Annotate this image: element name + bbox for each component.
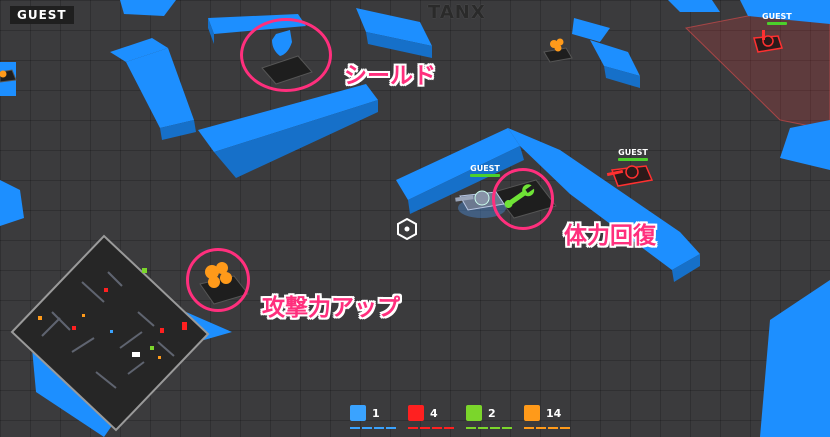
shield-highlight-ring xyxy=(240,18,332,92)
tank-name: GUEST xyxy=(762,12,792,21)
shield-label: シールド xyxy=(344,63,436,89)
game-logo: TANX xyxy=(428,2,486,23)
team-color-swatch xyxy=(466,405,482,421)
attack-up-label: 攻撃力アップ xyxy=(262,295,400,321)
game-viewport[interactable]: GUEST TANX シールド 体力回復 攻撃力アップ GUEST GUEST … xyxy=(0,0,830,437)
score-orange: 14 xyxy=(524,404,576,429)
health-bar xyxy=(470,174,500,177)
team-scoreboard: 1 4 2 14 xyxy=(350,404,576,429)
score-green: 2 xyxy=(466,404,518,429)
tank-tag-blue: GUEST xyxy=(470,164,500,177)
red-tank xyxy=(606,165,654,187)
player-name-badge: GUEST xyxy=(10,6,74,24)
team-color-swatch xyxy=(408,405,424,421)
hexagon-target-icon[interactable] xyxy=(396,218,418,240)
team-score: 1 xyxy=(372,406,380,420)
heal-label: 体力回復 xyxy=(564,223,656,249)
team-score: 4 xyxy=(430,406,438,420)
attack-highlight-ring xyxy=(186,248,250,312)
minimap xyxy=(10,234,210,432)
tank-tag-red-base: GUEST xyxy=(762,12,792,25)
health-bar xyxy=(618,158,648,161)
team-color-swatch xyxy=(350,405,366,421)
team-score: 2 xyxy=(488,406,496,420)
team-color-swatch xyxy=(524,405,540,421)
team-score: 14 xyxy=(546,406,562,420)
score-red: 4 xyxy=(408,404,460,429)
tank-name: GUEST xyxy=(618,148,648,157)
tank-tag-red: GUEST xyxy=(618,148,648,161)
tank-name: GUEST xyxy=(470,164,500,173)
score-blue: 1 xyxy=(350,404,402,429)
heal-highlight-ring xyxy=(492,168,554,230)
health-bar xyxy=(766,22,787,25)
